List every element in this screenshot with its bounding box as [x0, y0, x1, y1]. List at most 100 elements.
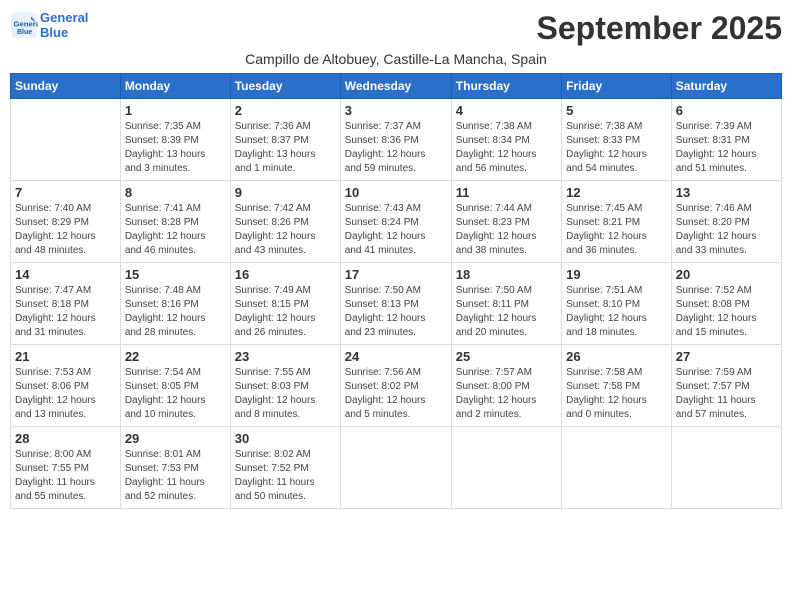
day-number: 27	[676, 349, 777, 364]
day-number: 1	[125, 103, 226, 118]
day-info: Sunrise: 7:51 AM Sunset: 8:10 PM Dayligh…	[566, 284, 667, 340]
calendar-cell: 17 Sunrise: 7:50 AM Sunset: 8:13 PM Dayli…	[340, 263, 451, 345]
logo-subtext: Blue	[40, 25, 88, 40]
col-monday: Monday	[120, 74, 230, 99]
calendar-cell: 27 Sunrise: 7:59 AM Sunset: 7:57 PM Dayli…	[671, 345, 781, 427]
location-title: Campillo de Altobuey, Castille-La Mancha…	[10, 51, 782, 67]
calendar-cell: 15 Sunrise: 7:48 AM Sunset: 8:16 PM Dayli…	[120, 263, 230, 345]
day-number: 18	[456, 267, 557, 282]
day-info: Sunrise: 7:42 AM Sunset: 8:26 PM Dayligh…	[235, 202, 336, 258]
week-row-4: 21 Sunrise: 7:53 AM Sunset: 8:06 PM Dayli…	[11, 345, 782, 427]
week-row-3: 14 Sunrise: 7:47 AM Sunset: 8:18 PM Dayli…	[11, 263, 782, 345]
day-info: Sunrise: 7:38 AM Sunset: 8:34 PM Dayligh…	[456, 120, 557, 176]
day-info: Sunrise: 7:59 AM Sunset: 7:57 PM Dayligh…	[676, 366, 777, 422]
calendar-cell: 5 Sunrise: 7:38 AM Sunset: 8:33 PM Daylig…	[562, 99, 672, 181]
calendar-header-row: Sunday Monday Tuesday Wednesday Thursday…	[11, 74, 782, 99]
calendar-cell: 13Sunrise: 7:46 AM Sunset: 8:20 PM Dayli…	[671, 181, 781, 263]
day-number: 9	[235, 185, 336, 200]
week-row-5: 28 Sunrise: 8:00 AM Sunset: 7:55 PM Dayli…	[11, 427, 782, 509]
day-info: Sunrise: 8:01 AM Sunset: 7:53 PM Dayligh…	[125, 448, 226, 504]
month-title: September 2025	[537, 10, 782, 47]
calendar-cell: 1 Sunrise: 7:35 AM Sunset: 8:39 PM Daylig…	[120, 99, 230, 181]
calendar-cell	[11, 99, 121, 181]
col-sunday: Sunday	[11, 74, 121, 99]
day-number: 20	[676, 267, 777, 282]
day-info: Sunrise: 8:00 AM Sunset: 7:55 PM Dayligh…	[15, 448, 116, 504]
logo: General Blue General Blue	[10, 10, 88, 40]
calendar-cell: 28 Sunrise: 8:00 AM Sunset: 7:55 PM Dayli…	[11, 427, 121, 509]
day-number: 8	[125, 185, 226, 200]
day-number: 12	[566, 185, 667, 200]
day-info: Sunrise: 7:46 AM Sunset: 8:20 PM Dayligh…	[676, 202, 777, 258]
col-saturday: Saturday	[671, 74, 781, 99]
day-info: Sunrise: 7:47 AM Sunset: 8:18 PM Dayligh…	[15, 284, 116, 340]
calendar-cell: 3Sunrise: 7:37 AM Sunset: 8:36 PM Daylig…	[340, 99, 451, 181]
day-info: Sunrise: 7:57 AM Sunset: 8:00 PM Dayligh…	[456, 366, 557, 422]
calendar-cell: 20 Sunrise: 7:52 AM Sunset: 8:08 PM Dayli…	[671, 263, 781, 345]
calendar-cell: 21 Sunrise: 7:53 AM Sunset: 8:06 PM Dayli…	[11, 345, 121, 427]
day-info: Sunrise: 7:35 AM Sunset: 8:39 PM Dayligh…	[125, 120, 226, 176]
day-number: 14	[15, 267, 116, 282]
day-info: Sunrise: 7:43 AM Sunset: 8:24 PM Dayligh…	[345, 202, 447, 258]
day-number: 28	[15, 431, 116, 446]
calendar-cell: 18 Sunrise: 7:50 AM Sunset: 8:11 PM Dayli…	[451, 263, 561, 345]
calendar-cell: 7 Sunrise: 7:40 AM Sunset: 8:29 PM Daylig…	[11, 181, 121, 263]
day-number: 21	[15, 349, 116, 364]
calendar-cell	[562, 427, 672, 509]
calendar-cell: 16Sunrise: 7:49 AM Sunset: 8:15 PM Dayli…	[230, 263, 340, 345]
svg-text:Blue: Blue	[17, 29, 32, 36]
calendar-cell: 24 Sunrise: 7:56 AM Sunset: 8:02 PM Dayli…	[340, 345, 451, 427]
col-tuesday: Tuesday	[230, 74, 340, 99]
day-number: 10	[345, 185, 447, 200]
day-info: Sunrise: 7:54 AM Sunset: 8:05 PM Dayligh…	[125, 366, 226, 422]
calendar-cell: 12Sunrise: 7:45 AM Sunset: 8:21 PM Dayli…	[562, 181, 672, 263]
week-row-1: 1 Sunrise: 7:35 AM Sunset: 8:39 PM Daylig…	[11, 99, 782, 181]
logo-text: General	[40, 10, 88, 25]
calendar-cell: 22 Sunrise: 7:54 AM Sunset: 8:05 PM Dayli…	[120, 345, 230, 427]
day-info: Sunrise: 8:02 AM Sunset: 7:52 PM Dayligh…	[235, 448, 336, 504]
day-info: Sunrise: 7:36 AM Sunset: 8:37 PM Dayligh…	[235, 120, 336, 176]
calendar-cell: 14 Sunrise: 7:47 AM Sunset: 8:18 PM Dayli…	[11, 263, 121, 345]
day-info: Sunrise: 7:50 AM Sunset: 8:13 PM Dayligh…	[345, 284, 447, 340]
day-number: 17	[345, 267, 447, 282]
day-number: 11	[456, 185, 557, 200]
logo-icon: General Blue	[10, 11, 38, 39]
day-number: 26	[566, 349, 667, 364]
calendar-cell	[451, 427, 561, 509]
calendar-cell: 8 Sunrise: 7:41 AM Sunset: 8:28 PM Daylig…	[120, 181, 230, 263]
calendar-table: Sunday Monday Tuesday Wednesday Thursday…	[10, 73, 782, 509]
day-number: 5	[566, 103, 667, 118]
day-number: 15	[125, 267, 226, 282]
day-info: Sunrise: 7:55 AM Sunset: 8:03 PM Dayligh…	[235, 366, 336, 422]
day-number: 23	[235, 349, 336, 364]
calendar-cell: 26 Sunrise: 7:58 AM Sunset: 7:58 PM Dayli…	[562, 345, 672, 427]
day-number: 25	[456, 349, 557, 364]
day-number: 2	[235, 103, 336, 118]
day-number: 29	[125, 431, 226, 446]
calendar-cell: 19 Sunrise: 7:51 AM Sunset: 8:10 PM Dayli…	[562, 263, 672, 345]
calendar-cell: 30Sunrise: 8:02 AM Sunset: 7:52 PM Dayli…	[230, 427, 340, 509]
day-info: Sunrise: 7:50 AM Sunset: 8:11 PM Dayligh…	[456, 284, 557, 340]
day-number: 4	[456, 103, 557, 118]
day-info: Sunrise: 7:40 AM Sunset: 8:29 PM Dayligh…	[15, 202, 116, 258]
day-info: Sunrise: 7:41 AM Sunset: 8:28 PM Dayligh…	[125, 202, 226, 258]
day-info: Sunrise: 7:37 AM Sunset: 8:36 PM Dayligh…	[345, 120, 447, 176]
day-number: 22	[125, 349, 226, 364]
day-info: Sunrise: 7:48 AM Sunset: 8:16 PM Dayligh…	[125, 284, 226, 340]
col-friday: Friday	[562, 74, 672, 99]
day-info: Sunrise: 7:53 AM Sunset: 8:06 PM Dayligh…	[15, 366, 116, 422]
day-info: Sunrise: 7:44 AM Sunset: 8:23 PM Dayligh…	[456, 202, 557, 258]
calendar-cell	[340, 427, 451, 509]
day-number: 16	[235, 267, 336, 282]
day-info: Sunrise: 7:38 AM Sunset: 8:33 PM Dayligh…	[566, 120, 667, 176]
calendar-cell: 11 Sunrise: 7:44 AM Sunset: 8:23 PM Dayli…	[451, 181, 561, 263]
day-number: 7	[15, 185, 116, 200]
day-number: 6	[676, 103, 777, 118]
calendar-cell: 4 Sunrise: 7:38 AM Sunset: 8:34 PM Daylig…	[451, 99, 561, 181]
day-info: Sunrise: 7:56 AM Sunset: 8:02 PM Dayligh…	[345, 366, 447, 422]
day-number: 24	[345, 349, 447, 364]
day-info: Sunrise: 7:58 AM Sunset: 7:58 PM Dayligh…	[566, 366, 667, 422]
day-number: 19	[566, 267, 667, 282]
day-info: Sunrise: 7:52 AM Sunset: 8:08 PM Dayligh…	[676, 284, 777, 340]
calendar-cell	[671, 427, 781, 509]
